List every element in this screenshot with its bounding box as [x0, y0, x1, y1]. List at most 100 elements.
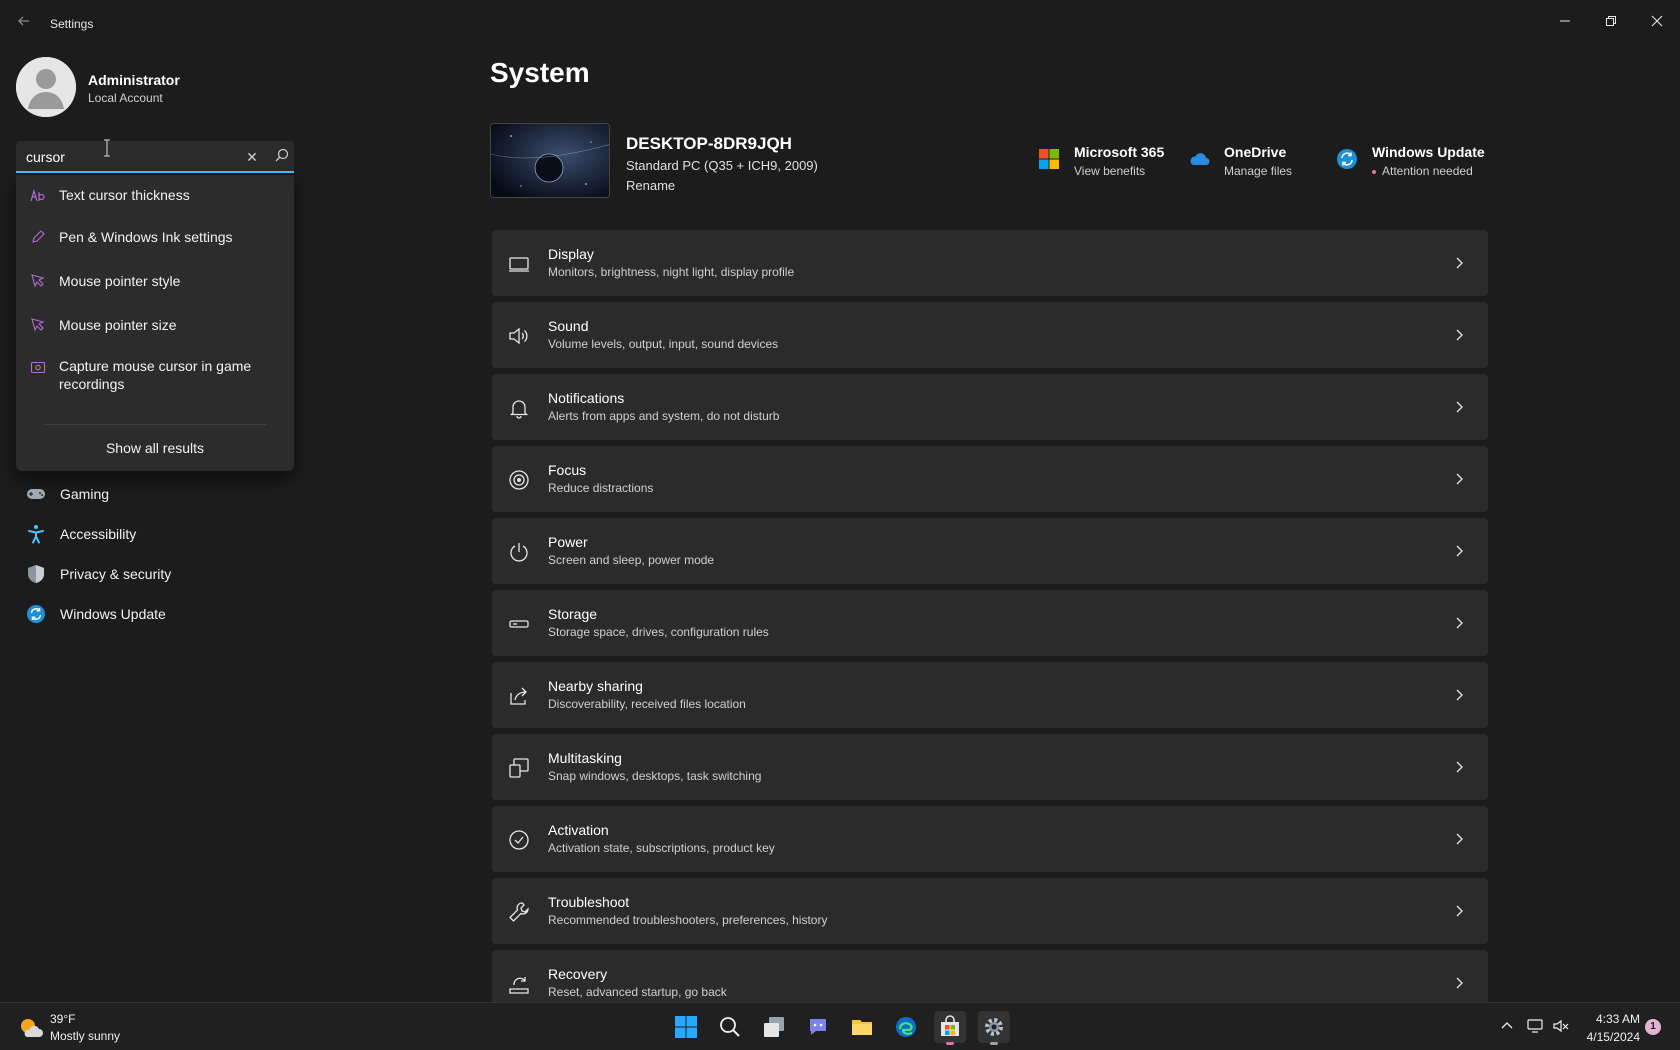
card-title: Activation: [548, 822, 609, 838]
taskbar: 39°F Mostly sunny 4:33 AM 4/15/2024 1: [0, 1002, 1680, 1050]
card-title: Storage: [548, 606, 598, 622]
card-recovery[interactable]: Recovery Reset, advanced startup, go bac…: [492, 950, 1488, 1002]
weather-temp[interactable]: 39°F: [50, 1012, 75, 1026]
search-result-label: Mouse pointer style: [59, 273, 181, 289]
clear-icon[interactable]: ✕: [242, 147, 262, 167]
avatar[interactable]: [16, 57, 76, 117]
quick-link-windows-update[interactable]: Windows Update Attention needed: [1336, 142, 1486, 182]
card-display[interactable]: Display Monitors, brightness, night ligh…: [492, 230, 1488, 296]
notification-badge[interactable]: 1: [1645, 1019, 1661, 1035]
quick-link-title: OneDrive: [1224, 144, 1287, 160]
card-subtitle: Alerts from apps and system, do not dist…: [548, 409, 780, 423]
onedrive-icon: [1188, 148, 1210, 170]
card-subtitle: Screen and sleep, power mode: [548, 553, 715, 567]
start-icon[interactable]: [670, 1011, 702, 1043]
search-result-item[interactable]: Text cursor thickness: [16, 175, 294, 215]
search-input[interactable]: [26, 147, 226, 167]
search-result-label: Capture mouse cursor in game recordings: [59, 358, 252, 392]
device-spec: Standard PC (Q35 + ICH9, 2009): [626, 158, 818, 173]
card-subtitle: Storage space, drives, configuration rul…: [548, 625, 769, 639]
chat-icon[interactable]: [802, 1011, 834, 1043]
nav-item-label: Accessibility: [60, 526, 137, 542]
share-icon: [508, 685, 530, 707]
card-troubleshoot[interactable]: Troubleshoot Recommended troubleshooters…: [492, 878, 1488, 944]
card-subtitle: Reduce distractions: [548, 481, 654, 495]
chevron-right-icon: [1454, 758, 1466, 776]
capture-icon: [30, 360, 46, 376]
nav-item-windows-update[interactable]: Windows Update: [16, 596, 294, 632]
quick-link-onedrive[interactable]: OneDrive Manage files: [1188, 142, 1328, 182]
search-result-item[interactable]: Pen & Windows Ink settings: [16, 215, 294, 259]
running-indicator: [946, 1042, 954, 1045]
back-arrow-icon[interactable]: [10, 12, 38, 36]
quick-link-title: Windows Update: [1372, 144, 1485, 160]
card-activation[interactable]: Activation Activation state, subscriptio…: [492, 806, 1488, 872]
title-bar: Settings: [0, 0, 1680, 48]
card-storage[interactable]: Storage Storage space, drives, configura…: [492, 590, 1488, 656]
nav-item-label: Windows Update: [60, 606, 166, 622]
network-icon[interactable]: [1526, 1017, 1544, 1035]
clock-time[interactable]: 4:33 AM: [1592, 1012, 1640, 1026]
clock-date[interactable]: 4/15/2024: [1584, 1030, 1640, 1044]
chevron-right-icon: [1454, 974, 1466, 992]
search-result-label: Pen & Windows Ink settings: [59, 229, 233, 245]
account-type: Local Account: [88, 91, 163, 105]
file-explorer-icon[interactable]: [846, 1011, 878, 1043]
search-result-item[interactable]: Capture mouse cursor in game recordings: [16, 347, 294, 407]
show-all-results-link[interactable]: Show all results: [16, 440, 294, 456]
task-view-icon[interactable]: [758, 1011, 790, 1043]
sun-cloud-icon[interactable]: [18, 1015, 44, 1041]
store-icon[interactable]: [934, 1011, 966, 1045]
chevron-right-icon: [1454, 614, 1466, 632]
settings-icon[interactable]: [978, 1011, 1010, 1045]
weather-desc[interactable]: Mostly sunny: [50, 1029, 120, 1043]
search-result-item[interactable]: Mouse pointer size: [16, 303, 294, 347]
pen-icon: [30, 229, 46, 245]
sound-icon: [508, 325, 530, 347]
rename-link[interactable]: Rename: [626, 178, 675, 193]
card-power[interactable]: Power Screen and sleep, power mode: [492, 518, 1488, 584]
focus-icon: [508, 469, 530, 491]
nav-item-accessibility[interactable]: Accessibility: [16, 516, 294, 552]
minimize-icon[interactable]: [1542, 6, 1588, 36]
restore-icon[interactable]: [1588, 6, 1634, 36]
edge-icon[interactable]: [890, 1011, 922, 1043]
card-nearby-sharing[interactable]: Nearby sharing Discoverability, received…: [492, 662, 1488, 728]
search-icon[interactable]: [714, 1011, 746, 1043]
card-sound[interactable]: Sound Volume levels, output, input, soun…: [492, 302, 1488, 368]
quick-link-microsoft-365[interactable]: Microsoft 365 View benefits: [1038, 142, 1188, 182]
search-result-item[interactable]: Mouse pointer style: [16, 259, 294, 303]
chevron-right-icon: [1454, 902, 1466, 920]
shield-icon: [26, 564, 46, 584]
chevron-right-icon: [1454, 470, 1466, 488]
search-icon[interactable]: [274, 147, 294, 167]
accessibility-icon: [26, 524, 46, 544]
text-cursor-icon: [103, 139, 111, 157]
card-subtitle: Monitors, brightness, night light, displ…: [548, 265, 795, 279]
chevron-right-icon: [1454, 398, 1466, 416]
card-title: Focus: [548, 462, 587, 478]
mouse-pointer-icon: [30, 273, 46, 289]
storage-icon: [508, 613, 530, 635]
device-name: DESKTOP-8DR9JQH: [626, 134, 792, 153]
card-notifications[interactable]: Notifications Alerts from apps and syste…: [492, 374, 1488, 440]
card-focus[interactable]: Focus Reduce distractions: [492, 446, 1488, 512]
quick-link-subtitle: Attention needed: [1372, 164, 1473, 178]
nav-item-privacy-security[interactable]: Privacy & security: [16, 556, 294, 592]
device-thumbnail[interactable]: [490, 123, 610, 198]
card-subtitle: Recommended troubleshooters, preferences…: [548, 913, 828, 927]
close-icon[interactable]: [1634, 6, 1680, 36]
card-title: Nearby sharing: [548, 678, 643, 694]
search-box[interactable]: ✕: [16, 141, 294, 173]
attention-dot: [1372, 169, 1376, 174]
chevron-up-icon[interactable]: [1498, 1017, 1516, 1035]
card-title: Display: [548, 246, 594, 262]
nav-item-gaming[interactable]: Gaming: [16, 476, 294, 512]
card-title: Multitasking: [548, 750, 622, 766]
card-multitasking[interactable]: Multitasking Snap windows, desktops, tas…: [492, 734, 1488, 800]
volume-muted-icon[interactable]: [1552, 1017, 1570, 1035]
multitasking-icon: [508, 757, 530, 779]
card-title: Sound: [548, 318, 589, 334]
card-subtitle: Activation state, subscriptions, product…: [548, 841, 775, 855]
quick-link-subtitle: Manage files: [1224, 164, 1293, 178]
